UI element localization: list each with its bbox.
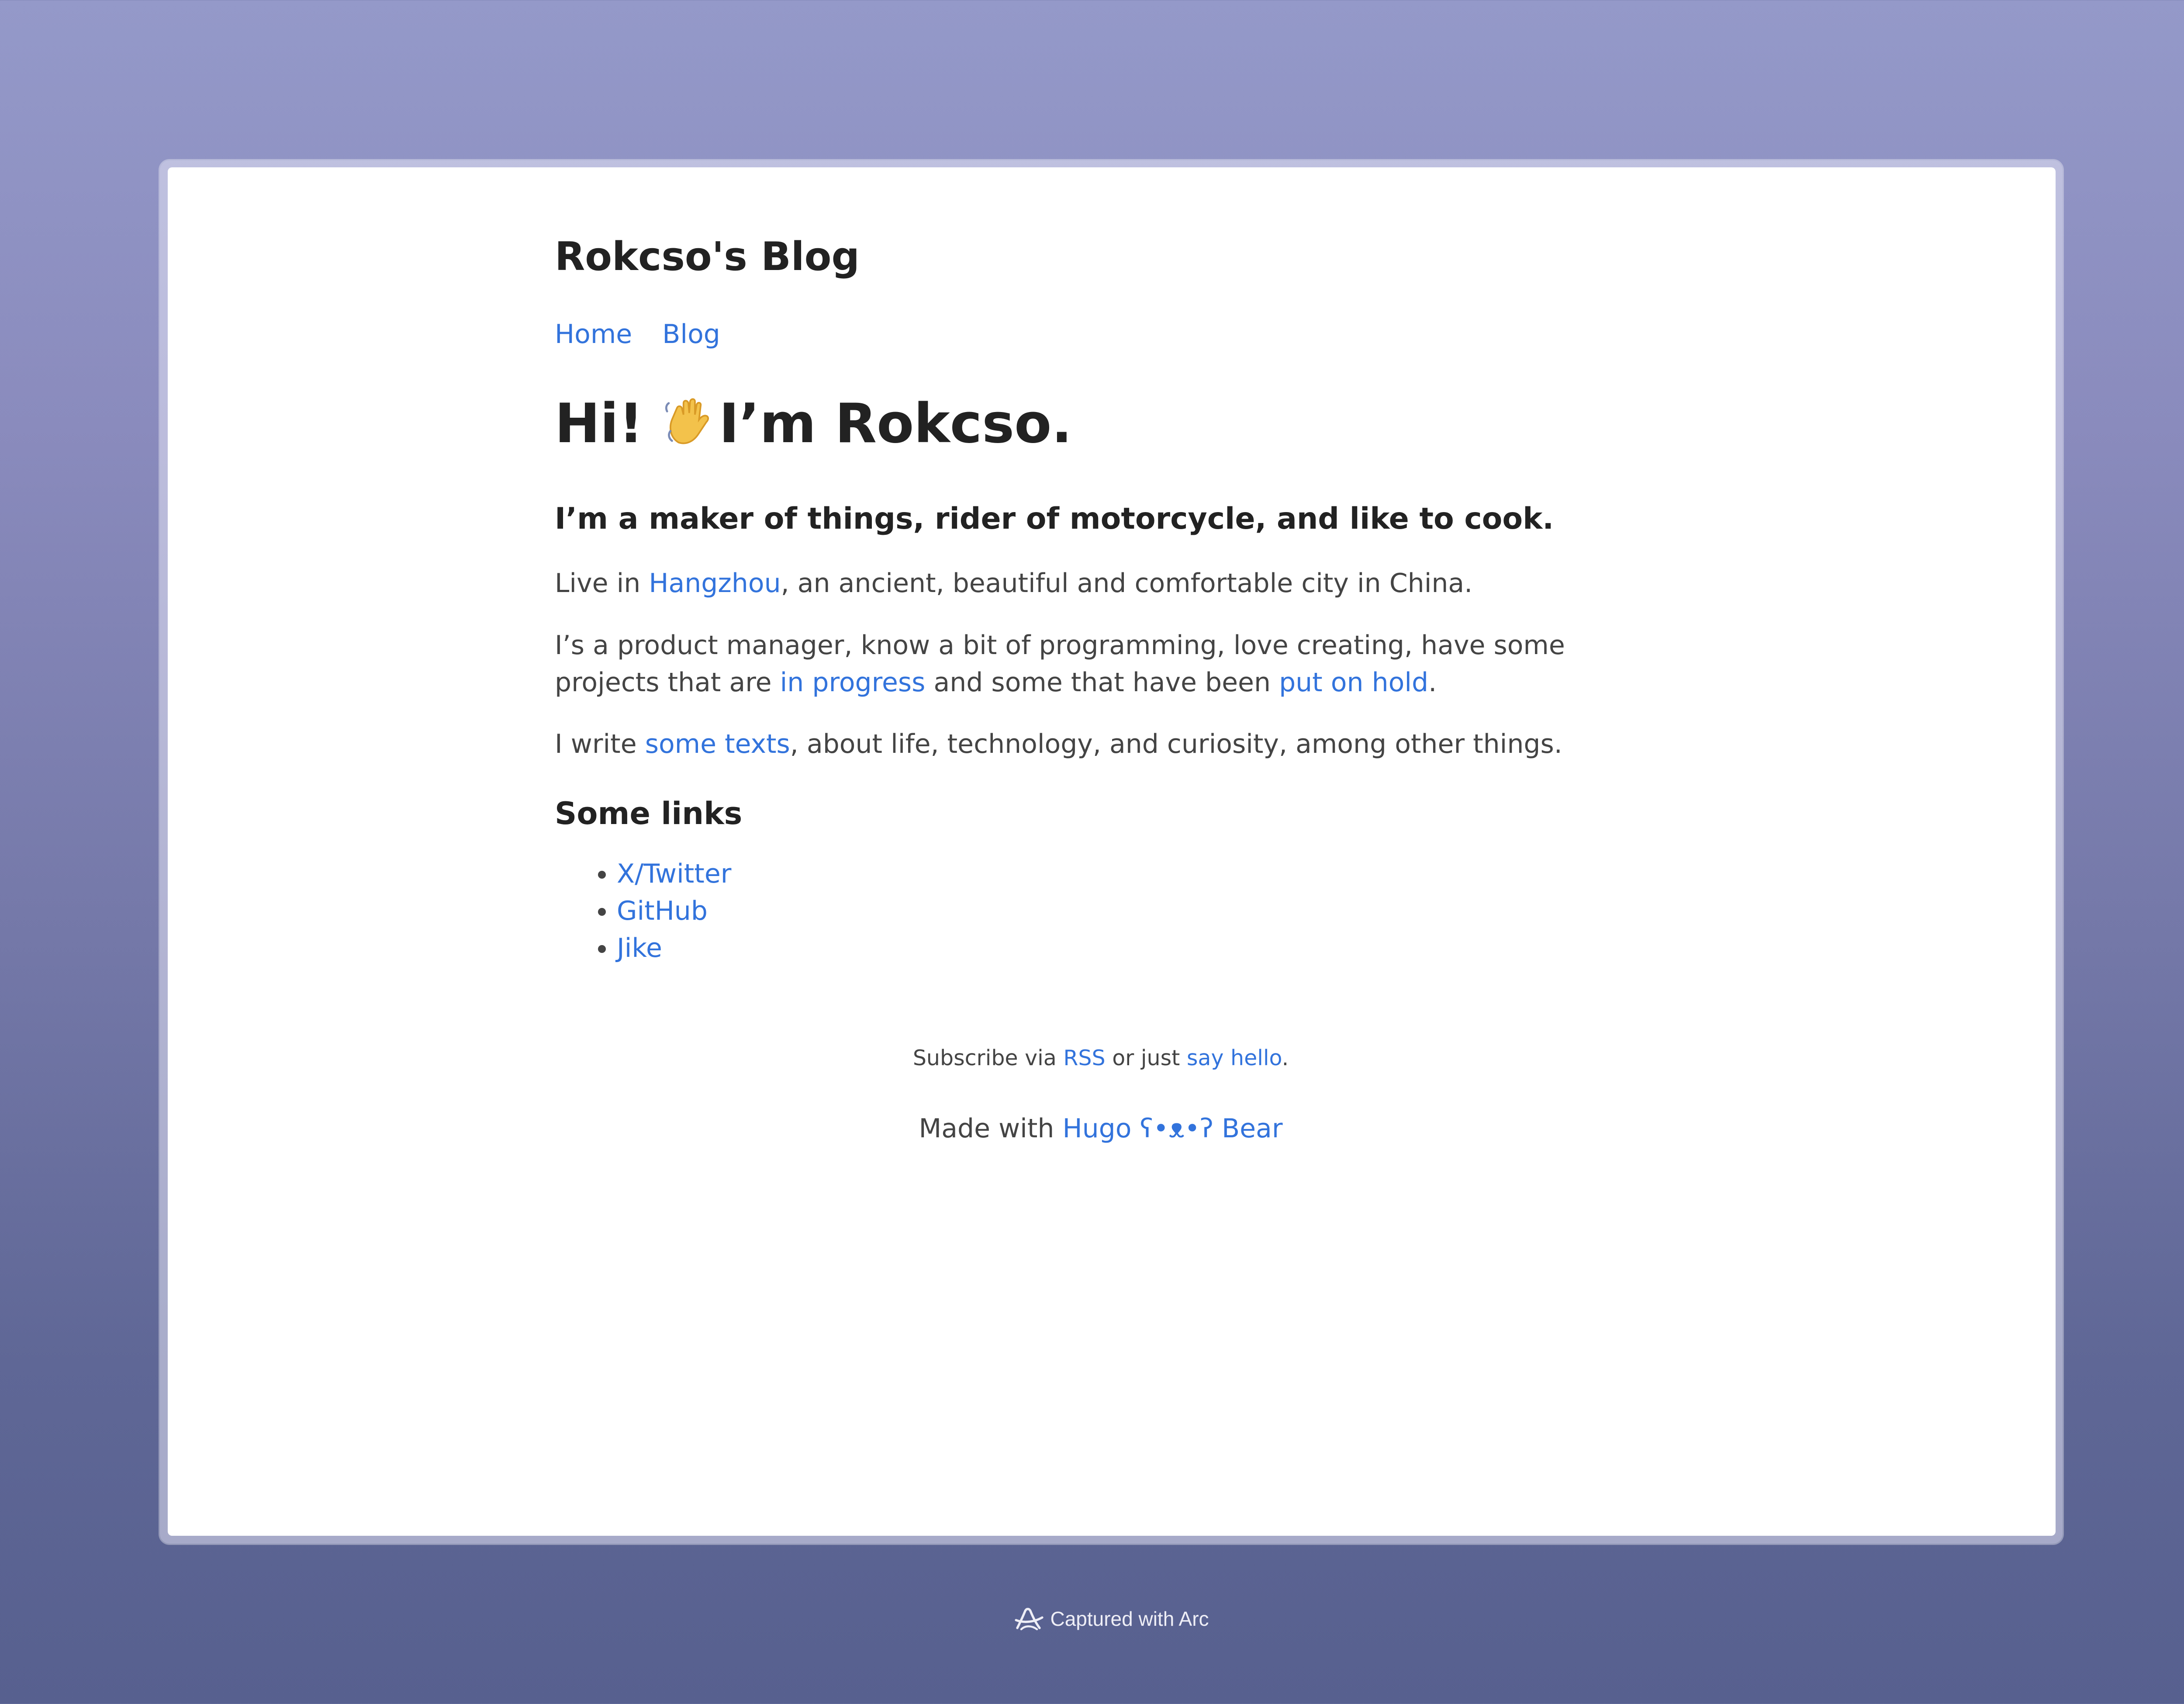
arc-logo-icon [1015, 1607, 1044, 1631]
footer-subscribe: Subscribe via RSS or just say hello. [912, 1046, 1289, 1070]
hangzhou-link[interactable]: Hangzhou [649, 568, 781, 599]
hero-greeting: Hi! [555, 392, 643, 455]
projects-paragraph: I’s a product manager, know a bit of pro… [555, 630, 1565, 698]
main-nav: Home Blog [555, 319, 742, 350]
list-item: X/Twitter [617, 855, 731, 893]
some-links-heading: Some links [555, 796, 743, 831]
list-item: GitHub [617, 893, 731, 930]
say-hello-link[interactable]: say hello [1187, 1046, 1282, 1070]
nav-blog-link[interactable]: Blog [662, 319, 720, 350]
writing-paragraph: I write some texts, about life, technolo… [555, 729, 1562, 759]
list-item: Jike [617, 930, 731, 967]
nav-home-link[interactable]: Home [555, 319, 632, 350]
footer-made-with: Made with Hugo ʕ•ᴥ•ʔ Bear [919, 1113, 1283, 1144]
arc-capture-caption: Captured with Arc [0, 1606, 2184, 1632]
site-title[interactable]: Rokcso's Blog [555, 234, 860, 280]
twitter-link[interactable]: X/Twitter [617, 859, 731, 889]
some-texts-link[interactable]: some texts [645, 729, 790, 759]
rss-link[interactable]: RSS [1063, 1046, 1105, 1070]
hero-heading: Hi! I’m Rokcso. [555, 392, 1072, 455]
hugo-bear-link[interactable]: Hugo ʕ•ᴥ•ʔ Bear [1062, 1113, 1282, 1144]
waving-hand-icon [665, 398, 709, 444]
browser-window: Rokcso's Blog Home Blog Hi! I’m Rokcso. … [168, 167, 2056, 1536]
jike-link[interactable]: Jike [617, 933, 662, 963]
hero-name: I’m Rokcso. [719, 392, 1072, 455]
location-paragraph: Live in Hangzhou, an ancient, beautiful … [555, 568, 1473, 599]
github-link[interactable]: GitHub [617, 896, 708, 926]
tagline: I’m a maker of things, rider of motorcyc… [555, 502, 1554, 536]
put-on-hold-link[interactable]: put on hold [1279, 667, 1428, 698]
in-progress-link[interactable]: in progress [780, 667, 926, 698]
social-links-list: X/Twitter GitHub Jike [555, 855, 731, 967]
